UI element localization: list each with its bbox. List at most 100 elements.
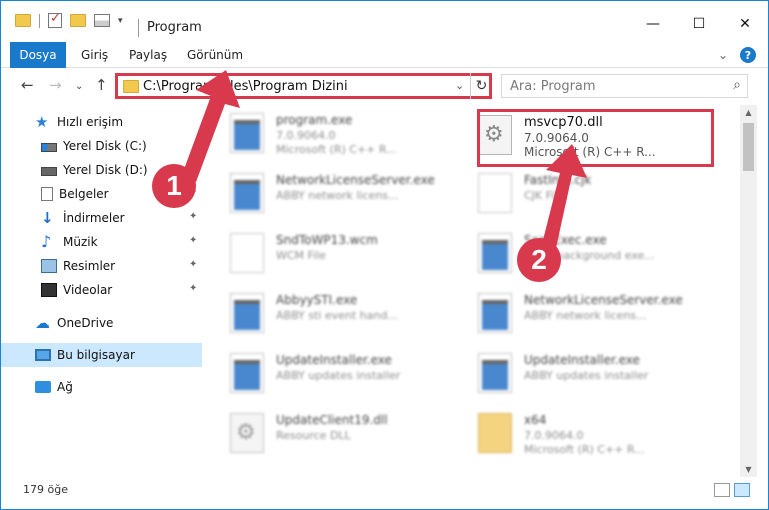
pin-icon[interactable]: ✦	[189, 259, 197, 270]
documents-icon	[41, 187, 53, 201]
highlight-box	[477, 109, 714, 167]
navigation-bar: ← → ⌄ ↑ C:\Program Files\Program Dizini …	[1, 71, 768, 101]
file-description: CJK File	[524, 189, 565, 202]
file-name: x64	[524, 413, 547, 427]
sidebar-item-label: Yerel Disk (C:)	[63, 139, 147, 153]
file-name: NetworkLicenseServer.exe	[276, 173, 435, 187]
exe-file-icon	[230, 353, 264, 393]
navigation-pane: ★ Hızlı erişim Yerel Disk (C:) Yerel Dis…	[1, 108, 206, 472]
search-input[interactable]: Ara: Program ⌕	[501, 74, 748, 98]
large-icons-view-icon[interactable]	[734, 483, 750, 497]
file-item[interactable]: x64 7.0.9064.0 Microsoft (R) C++ R...	[464, 405, 704, 463]
pin-icon[interactable]: ✦	[189, 235, 197, 246]
file-description: ABBY updates installer	[524, 369, 649, 382]
sidebar-item-label: Yerel Disk (D:)	[63, 163, 148, 177]
scroll-thumb[interactable]	[743, 123, 754, 171]
vertical-scrollbar[interactable]: ▲ ▼	[740, 105, 757, 477]
file-name: UpdateClient19.dll	[276, 413, 388, 427]
help-icon[interactable]: ?	[740, 47, 756, 63]
search-icon[interactable]: ⌕	[733, 77, 741, 93]
exe-file-icon	[478, 233, 512, 273]
file-item[interactable]: NetworkLicenseServer.exe ABBY network li…	[216, 165, 456, 223]
maximize-button[interactable]: ☐	[676, 9, 722, 39]
file-item[interactable]: FastInfo.cjk CJK File	[464, 165, 704, 223]
title-bar: ▾ Program — ☐ ✕	[1, 1, 768, 41]
tab-gorunum[interactable]: Görünüm	[187, 48, 243, 62]
sidebar-item-local-disk-c[interactable]: Yerel Disk (C:)	[1, 134, 202, 158]
details-view-icon[interactable]	[714, 483, 730, 497]
expand-ribbon-icon[interactable]: ⌄	[718, 48, 728, 62]
file-item[interactable]: UpdateInstaller.exe ABBY updates install…	[464, 345, 704, 403]
pictures-icon	[41, 259, 57, 273]
file-name: AbbyySTI.exe	[276, 293, 358, 307]
file-item[interactable]: NetworkLicenseServer.exe ABBY network li…	[464, 285, 704, 343]
address-dropdown[interactable]: ⌄	[455, 79, 464, 92]
sidebar-item-music[interactable]: ♪ Müzik ✦	[1, 230, 202, 254]
file-item[interactable]: program.exe 7.0.9064.0 Microsoft (R) C++…	[216, 105, 456, 163]
file-version: 7.0.9064.0	[276, 129, 336, 142]
file-item[interactable]: SndToWP13.wcm WCM File	[216, 225, 456, 283]
exe-file-icon	[230, 173, 264, 213]
drive-icon	[41, 143, 57, 152]
window-title: Program	[147, 20, 202, 35]
sidebar-item-quick-access[interactable]: ★ Hızlı erişim	[1, 110, 202, 134]
file-name: UpdateInstaller.exe	[524, 353, 640, 367]
file-name: FastInfo.cjk	[524, 173, 592, 187]
exe-file-icon	[478, 353, 512, 393]
sidebar-item-onedrive[interactable]: ☁ OneDrive	[1, 311, 202, 335]
folder-icon	[478, 413, 512, 453]
tab-dosya[interactable]: Dosya	[10, 42, 66, 68]
this-pc-icon	[35, 349, 51, 361]
properties-icon[interactable]	[94, 14, 110, 27]
tab-paylas[interactable]: Paylaş	[129, 48, 167, 62]
file-name: UpdateInstaller.exe	[276, 353, 392, 367]
scroll-up-icon[interactable]: ▲	[740, 105, 757, 120]
title-separator	[138, 19, 139, 37]
forward-button[interactable]: →	[49, 76, 62, 94]
new-folder-icon[interactable]	[70, 14, 86, 27]
folder-icon	[123, 80, 139, 93]
address-path[interactable]: C:\Program Files\Program Dizini	[143, 79, 348, 94]
file-name: SndToWP13.wcm	[276, 233, 378, 247]
back-button[interactable]: ←	[21, 76, 34, 94]
star-icon: ★	[35, 113, 49, 131]
address-bar[interactable]: C:\Program Files\Program Dizini ⌄ ↻	[115, 73, 492, 99]
folder-icon[interactable]	[15, 14, 31, 27]
sidebar-item-label: Resimler	[63, 259, 116, 273]
quick-access-toolbar: ▾	[15, 11, 123, 28]
file-description: Resource DLL	[276, 429, 351, 442]
file-item[interactable]: AbbyySTI.exe ABBY sti event hand...	[216, 285, 456, 343]
file-item[interactable]: UpdateClient19.dll Resource DLL	[216, 405, 456, 463]
file-name: program.exe	[276, 113, 353, 127]
sidebar-item-videos[interactable]: Videolar ✦	[1, 278, 202, 302]
search-placeholder: Ara: Program	[510, 79, 596, 94]
sidebar-item-label: Belgeler	[59, 187, 109, 201]
sidebar-item-network[interactable]: Ağ	[1, 375, 202, 399]
dll-file-icon	[230, 413, 264, 453]
file-description: ABBY network licens...	[524, 309, 647, 322]
minimize-button[interactable]: —	[630, 9, 676, 39]
customize-toolbar-dropdown-icon[interactable]: ▾	[118, 16, 123, 26]
item-count: 179 öğe	[23, 483, 68, 496]
refresh-button[interactable]: ↻	[470, 73, 492, 99]
sidebar-item-label: İndirmeler	[63, 211, 125, 225]
file-item[interactable]: UpdateInstaller.exe ABBY updates install…	[216, 345, 456, 403]
close-button[interactable]: ✕	[722, 9, 768, 39]
file-description: Microsoft (R) C++ R...	[524, 443, 645, 456]
properties-check-icon[interactable]	[48, 11, 62, 28]
file-name: NetworkLicenseServer.exe	[524, 293, 683, 307]
ribbon-tabs: Dosya Giriş Paylaş Görünüm ⌄ ?	[1, 42, 768, 68]
scroll-down-icon[interactable]: ▼	[740, 462, 757, 477]
sidebar-item-pictures[interactable]: Resimler ✦	[1, 254, 202, 278]
file-item[interactable]: ScanExec.exe ABBY background exe...	[464, 225, 704, 283]
pin-icon[interactable]: ✦	[189, 211, 197, 222]
videos-icon	[41, 283, 57, 297]
up-button[interactable]: ↑	[95, 76, 108, 94]
tab-giris[interactable]: Giriş	[81, 48, 108, 62]
sidebar-item-this-pc[interactable]: Bu bilgisayar	[1, 343, 202, 367]
sidebar-item-label: OneDrive	[57, 316, 114, 330]
sidebar-item-downloads[interactable]: ↓ İndirmeler ✦	[1, 206, 202, 230]
recent-locations-dropdown[interactable]: ⌄	[75, 81, 83, 92]
exe-file-icon	[478, 293, 512, 333]
pin-icon[interactable]: ✦	[189, 283, 197, 294]
